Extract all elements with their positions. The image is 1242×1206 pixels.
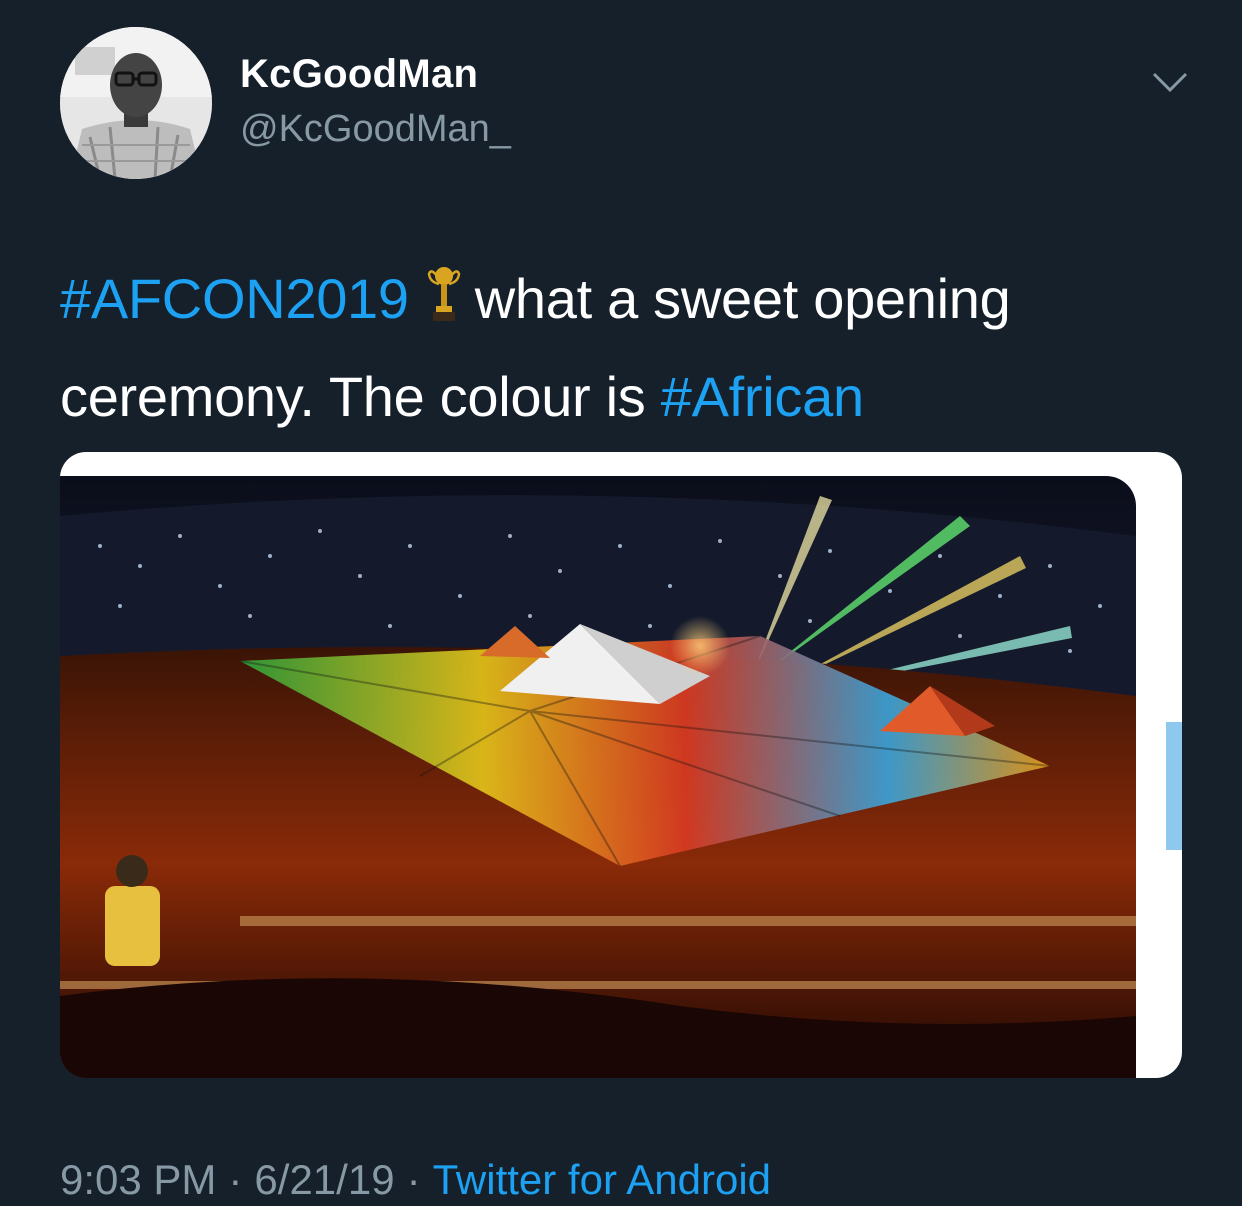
tweet-meta: 9:03 PM · 6/21/19 · Twitter for Android	[60, 1156, 771, 1204]
tweet: KcGoodMan @KcGoodMan_ #AFCON2019 what a …	[0, 0, 1242, 1206]
separator-dot: ·	[228, 1156, 243, 1203]
media-card	[60, 452, 1182, 1078]
trophy-icon	[427, 256, 461, 350]
hashtag-afcon2019[interactable]: #AFCON2019	[60, 267, 409, 330]
tweet-date: 6/21/19	[254, 1156, 395, 1203]
scroll-indicator[interactable]	[1166, 722, 1182, 850]
tweet-source-link[interactable]: Twitter for Android	[433, 1156, 771, 1203]
user-handle[interactable]: @KcGoodMan_	[240, 108, 511, 151]
tweet-text: #AFCON2019 what a sweet opening ceremony…	[60, 252, 1180, 444]
avatar[interactable]	[60, 27, 212, 179]
tweet-photo[interactable]	[60, 476, 1136, 1078]
separator-dot: ·	[406, 1156, 421, 1203]
chevron-down-icon[interactable]	[1150, 66, 1190, 98]
hashtag-african[interactable]: #African	[661, 365, 864, 428]
tweet-time: 9:03 PM	[60, 1156, 217, 1203]
display-name[interactable]: KcGoodMan	[240, 52, 478, 97]
